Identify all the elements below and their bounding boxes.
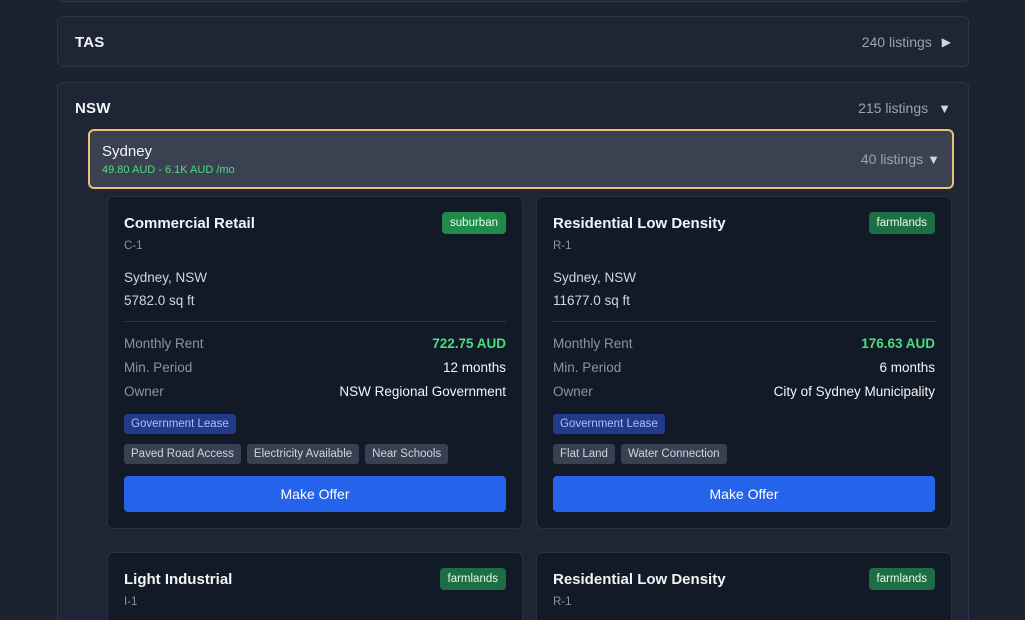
listing-location: Sydney, NSW: [124, 270, 208, 285]
owner-value: City of Sydney Municipality: [773, 384, 935, 399]
listing-details: Monthly Rent 722.75 AUD Min. Period 12 m…: [124, 336, 506, 400]
region-tas[interactable]: TAS 240 listings ▶: [57, 16, 969, 67]
period-label: Min. Period: [124, 360, 193, 375]
city-count: 40 listings: [860, 151, 924, 167]
make-offer-button[interactable]: Make Offer: [553, 476, 935, 512]
feature-tag: Flat Land: [553, 444, 615, 464]
city-price-range: 49.80 AUD - 6.1K AUD /mo: [102, 163, 235, 176]
rent-value: 176.63 AUD: [861, 336, 935, 351]
rent-row: Monthly Rent 176.63 AUD: [553, 336, 935, 352]
rent-label: Monthly Rent: [553, 336, 633, 351]
region-name: NSW: [75, 99, 111, 117]
rent-value: 722.75 AUD: [432, 336, 506, 351]
caret-right-icon[interactable]: ▶: [942, 35, 951, 49]
zone-badge: farmlands: [868, 212, 935, 234]
zoning-code: R-1: [553, 240, 572, 252]
card-header: Residential Low Density farmlands: [553, 568, 935, 590]
city-info: Sydney 49.80 AUD - 6.1K AUD /mo: [102, 143, 235, 176]
period-label: Min. Period: [553, 360, 622, 375]
divider: [124, 321, 506, 322]
lease-badge: Government Lease: [124, 414, 236, 434]
listing-card: Residential Low Density farmlands R-1: [536, 552, 952, 620]
region-meta: 215 listings ▼: [858, 100, 951, 116]
listing-title: Residential Low Density: [553, 570, 726, 588]
caret-down-icon[interactable]: ▼: [927, 152, 940, 167]
listing-area: 5782.0 sq ft: [124, 293, 195, 308]
region-count: 215 listings: [858, 100, 929, 116]
feature-tag: Near Schools: [365, 444, 449, 464]
region-header[interactable]: TAS 240 listings ▶: [58, 17, 968, 67]
zoning-code: R-1: [553, 596, 572, 608]
feature-tag: Water Connection: [620, 444, 727, 464]
card-header: Light Industrial farmlands: [124, 568, 506, 590]
period-row: Min. Period 6 months: [553, 360, 935, 376]
feature-tag: Paved Road Access: [124, 444, 241, 464]
rent-row: Monthly Rent 722.75 AUD: [124, 336, 506, 352]
listing-title: Residential Low Density: [553, 214, 726, 232]
city-name: Sydney: [102, 142, 153, 160]
feature-tag: Electricity Available: [246, 444, 360, 464]
owner-row: Owner NSW Regional Government: [124, 384, 506, 400]
listing-title: Light Industrial: [124, 570, 233, 588]
listing-details: Monthly Rent 176.63 AUD Min. Period 6 mo…: [553, 336, 935, 400]
owner-value: NSW Regional Government: [339, 384, 506, 399]
feature-tags: Flat Land Water Connection: [553, 444, 935, 464]
period-value: 12 months: [442, 360, 506, 375]
listing-card: Commercial Retail suburban C-1 Sydney, N…: [107, 196, 523, 529]
city-row-sydney[interactable]: Sydney 49.80 AUD - 6.1K AUD /mo 40 listi…: [88, 129, 954, 189]
caret-down-icon[interactable]: ▼: [938, 101, 951, 116]
zoning-code: I-1: [124, 596, 138, 608]
rent-label: Monthly Rent: [124, 336, 204, 351]
previous-region-edge: [57, 0, 969, 2]
make-offer-button[interactable]: Make Offer: [124, 476, 506, 512]
divider: [553, 321, 935, 322]
zone-badge: suburban: [442, 212, 506, 234]
period-row: Min. Period 12 months: [124, 360, 506, 376]
region-name: TAS: [75, 33, 105, 51]
region-header[interactable]: NSW 215 listings ▼: [58, 83, 968, 133]
feature-tags: Paved Road Access Electricity Available …: [124, 444, 506, 464]
city-meta: 40 listings ▼: [861, 151, 940, 167]
zoning-code: C-1: [124, 240, 143, 252]
listing-location: Sydney, NSW: [553, 270, 637, 285]
owner-label: Owner: [124, 384, 164, 399]
card-header: Residential Low Density farmlands: [553, 212, 935, 234]
region-meta: 240 listings ▶: [862, 34, 951, 50]
listing-card: Light Industrial farmlands I-1: [107, 552, 523, 620]
listing-card: Residential Low Density farmlands R-1 Sy…: [536, 196, 952, 529]
zone-badge: farmlands: [439, 568, 506, 590]
region-count: 240 listings: [861, 34, 932, 50]
listing-area: 11677.0 sq ft: [553, 293, 631, 308]
lease-badge: Government Lease: [553, 414, 665, 434]
owner-row: Owner City of Sydney Municipality: [553, 384, 935, 400]
zone-badge: farmlands: [868, 568, 935, 590]
owner-label: Owner: [553, 384, 593, 399]
listing-title: Commercial Retail: [124, 214, 255, 232]
card-header: Commercial Retail suburban: [124, 212, 506, 234]
period-value: 6 months: [879, 360, 935, 375]
